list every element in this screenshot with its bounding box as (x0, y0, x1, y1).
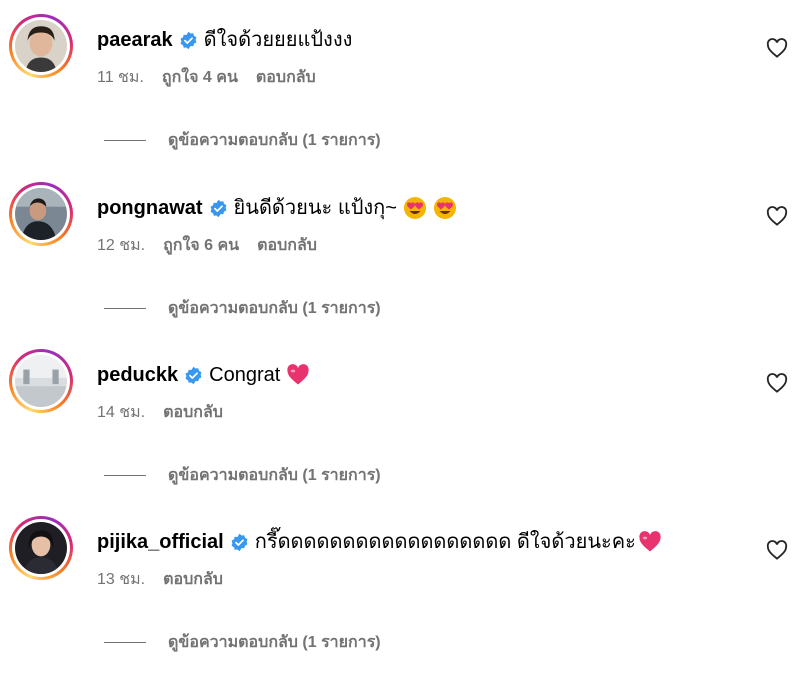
divider (104, 140, 146, 141)
verified-badge-icon (209, 199, 228, 218)
avatar-story-ring[interactable] (9, 349, 73, 413)
comment-item: peduckk Congrat 14 ชม. ตอบกลับ ดูข้อความ… (0, 335, 800, 503)
username-link[interactable]: pijika_official (97, 530, 224, 554)
heart-outline-icon[interactable] (766, 540, 788, 560)
comment-item: paearak ดีใจด้วยยยแป้งงง 11 ชม. ถูกใจ 4 … (0, 0, 800, 168)
timestamp[interactable]: 11 ชม. (97, 68, 144, 88)
comments-list: paearak ดีใจด้วยยยแป้งงง 11 ชม. ถูกใจ 4 … (0, 0, 800, 673)
comment-meta: 12 ชม. ถูกใจ 6 คน ตอบกลับ (97, 236, 335, 256)
avatar-story-ring[interactable] (9, 182, 73, 246)
comment-text: ดีใจด้วยยยแป้งงง (203, 29, 353, 51)
divider (104, 642, 146, 643)
heart-outline-icon[interactable] (766, 206, 788, 226)
view-replies-label: ดูข้อความตอบกลับ (1 รายการ) (168, 300, 381, 317)
likes-count[interactable]: ถูกใจ 6 คน (163, 236, 239, 256)
comment-text: Congrat (209, 364, 281, 386)
comment-item: pijika_official กรี๊ดดดดดดดดดดดดดดดดดด ด… (0, 502, 800, 670)
comment-item: pongnawat ยินดีด้วยนะ แป้งกุ~ 12 ชม. ถูก… (0, 168, 800, 336)
comment-text: กรี๊ดดดดดดดดดดดดดดดดดด ดีใจด้วยนะคะ (254, 531, 636, 553)
comment-body: peduckk Congrat (97, 363, 310, 387)
view-replies-button[interactable]: ดูข้อความตอบกลับ (1 รายการ) (104, 463, 381, 488)
view-replies-label: ดูข้อความตอบกลับ (1 รายการ) (168, 634, 381, 651)
avatar[interactable] (15, 20, 67, 72)
comment-body: pongnawat ยินดีด้วยนะ แป้งกุ~ (97, 196, 457, 220)
reply-button[interactable]: ตอบกลับ (163, 403, 223, 423)
avatar[interactable] (15, 522, 67, 574)
heart-eyes-emoji (433, 196, 457, 220)
pink-heart-emoji (286, 363, 310, 387)
verified-badge-icon (179, 31, 198, 50)
pink-heart-emoji (638, 530, 662, 554)
comment-text: ยินดีด้วยนะ แป้งกุ~ (233, 197, 397, 219)
verified-badge-icon (184, 366, 203, 385)
username-link[interactable]: pongnawat (97, 196, 203, 220)
comment-meta: 11 ชม. ถูกใจ 4 คน ตอบกลับ (97, 68, 334, 88)
verified-badge-icon (230, 533, 249, 552)
view-replies-button[interactable]: ดูข้อความตอบกลับ (1 รายการ) (104, 296, 381, 321)
view-replies-button[interactable]: ดูข้อความตอบกลับ (1 รายการ) (104, 128, 381, 153)
avatar-story-ring[interactable] (9, 516, 73, 580)
view-replies-button[interactable]: ดูข้อความตอบกลับ (1 รายการ) (104, 630, 381, 655)
timestamp[interactable]: 13 ชม. (97, 570, 145, 590)
comment-body: pijika_official กรี๊ดดดดดดดดดดดดดดดดดด ด… (97, 530, 662, 554)
comment-body: paearak ดีใจด้วยยยแป้งงง (97, 28, 352, 52)
timestamp[interactable]: 14 ชม. (97, 403, 145, 423)
username-link[interactable]: paearak (97, 28, 173, 52)
comment-meta: 13 ชม. ตอบกลับ (97, 570, 241, 590)
avatar-story-ring[interactable] (9, 14, 73, 78)
view-replies-label: ดูข้อความตอบกลับ (1 รายการ) (168, 467, 381, 484)
avatar[interactable] (15, 188, 67, 240)
reply-button[interactable]: ตอบกลับ (256, 68, 316, 88)
likes-count[interactable]: ถูกใจ 4 คน (162, 68, 238, 88)
view-replies-label: ดูข้อความตอบกลับ (1 รายการ) (168, 132, 381, 149)
heart-outline-icon[interactable] (766, 38, 788, 58)
divider (104, 475, 146, 476)
reply-button[interactable]: ตอบกลับ (163, 570, 223, 590)
divider (104, 308, 146, 309)
avatar[interactable] (15, 355, 67, 407)
heart-eyes-emoji (403, 196, 427, 220)
username-link[interactable]: peduckk (97, 363, 178, 387)
heart-outline-icon[interactable] (766, 373, 788, 393)
timestamp[interactable]: 12 ชม. (97, 236, 145, 256)
comment-meta: 14 ชม. ตอบกลับ (97, 403, 241, 423)
reply-button[interactable]: ตอบกลับ (257, 236, 317, 256)
